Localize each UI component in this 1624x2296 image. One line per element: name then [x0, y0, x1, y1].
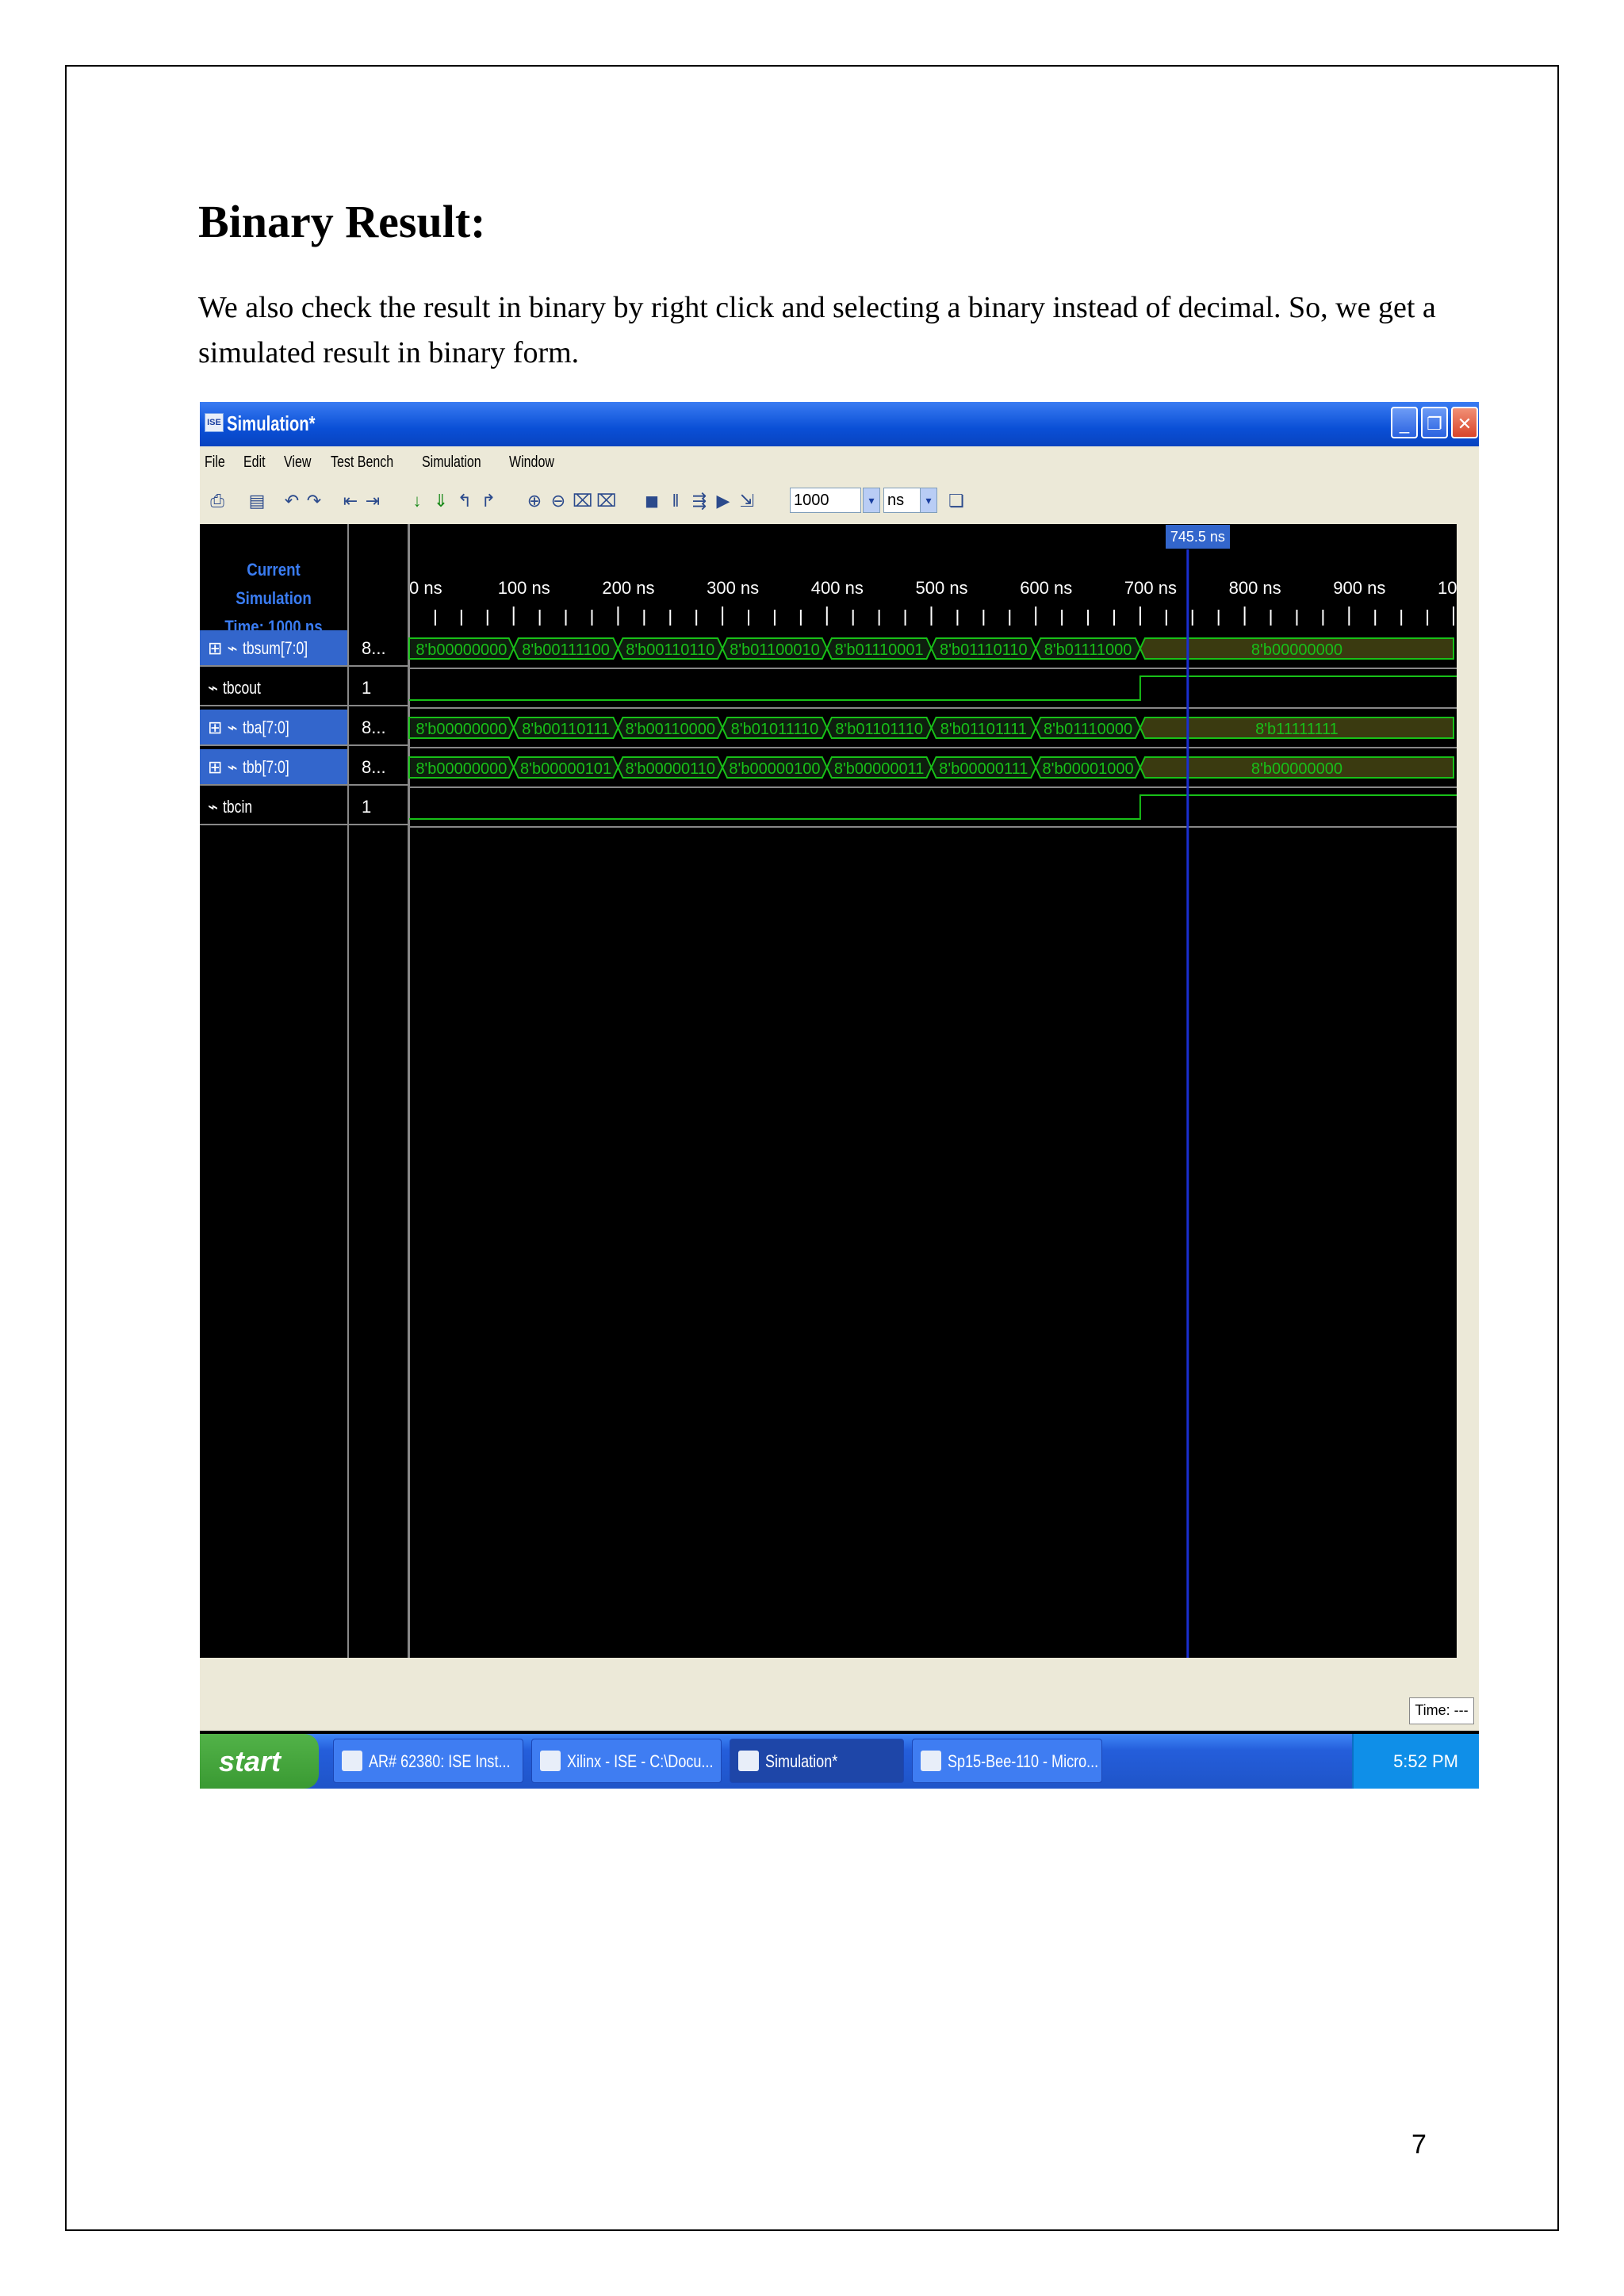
window-titlebar: ISE Simulation* _ ❐ ✕ [200, 402, 1479, 446]
time-tick-label: 0 ns [409, 578, 442, 598]
bus-value-label: 8'b00111100 [522, 641, 610, 659]
time-tick-label: 800 ns [1229, 578, 1281, 598]
status-time: Time: --- [1409, 1697, 1474, 1724]
time-tick-label: 500 ns [916, 578, 968, 598]
goto-next-icon[interactable]: ↱ [479, 491, 498, 511]
maximize-button[interactable]: ❐ [1421, 407, 1448, 438]
bus-value-label: 8'b01110110 [940, 641, 1028, 659]
close-button[interactable]: ✕ [1451, 407, 1478, 438]
vertical-scrollbar[interactable] [1457, 524, 1479, 1658]
print-icon[interactable]: ⎙ [208, 491, 227, 511]
bus-value-label: 8'b00000100 [729, 760, 820, 778]
window-icon[interactable]: ❏ [947, 491, 966, 511]
bus-value-label: 8'b11111111 [1255, 721, 1339, 738]
shift-left-icon[interactable]: ⇤ [341, 491, 360, 511]
run-time-dropdown[interactable]: ▾ [863, 488, 880, 513]
marker-add-icon[interactable]: ⇓ [431, 491, 450, 511]
run-for-icon[interactable]: ⇲ [737, 491, 756, 511]
clock: 5:52 PM [1393, 1751, 1458, 1771]
page-number: 7 [1411, 2130, 1427, 2160]
time-tick-label: 700 ns [1124, 578, 1177, 598]
bus-value-label: 8'b01101110 [835, 721, 923, 738]
start-label: start [219, 1745, 282, 1777]
menu-view[interactable]: View [284, 446, 311, 478]
zoom-fit-icon[interactable]: ⌧ [573, 491, 592, 511]
bus-value-label: 8'b00000000 [1251, 760, 1342, 778]
time-tick-label: 1000 ns [1438, 578, 1457, 598]
bus-value-label: 8'b01110001 [835, 641, 924, 659]
bus-value-label: 8'b00110110 [626, 641, 714, 659]
bus-value-label: 8'b01110000 [1044, 721, 1132, 738]
bit-waveform [409, 794, 1457, 820]
windows-taskbar: start AR# 62380: ISE Inst... Xilinx - IS… [200, 1734, 1479, 1789]
task-ar-62380[interactable]: AR# 62380: ISE Inst... [333, 1739, 523, 1783]
minimize-button[interactable]: _ [1391, 407, 1418, 438]
pause-icon[interactable]: ‖ [666, 491, 685, 511]
time-tick-label: 600 ns [1020, 578, 1072, 598]
bus-value-label: 8'b00000000 [416, 721, 507, 738]
chrome-icon [342, 1751, 362, 1771]
system-tray: 5:52 PM [1352, 1734, 1479, 1789]
menu-window[interactable]: Window [509, 446, 554, 478]
marker-icon[interactable]: ↓ [408, 491, 427, 511]
body-paragraph: We also check the result in binary by ri… [198, 291, 1436, 369]
menu-file[interactable]: File [205, 446, 225, 478]
time-tick-label: 100 ns [498, 578, 550, 598]
time-unit-select[interactable]: ns [883, 488, 921, 513]
time-tick-label: 200 ns [602, 578, 654, 598]
time-tick-label: 400 ns [811, 578, 864, 598]
redo-icon[interactable]: ↷ [304, 491, 324, 511]
bus-value-label: 8'b00000111 [939, 760, 1028, 778]
bus-value-label: 8'b00000000 [416, 760, 507, 778]
time-tick-label: 300 ns [707, 578, 759, 598]
bus-value-label: 8'b00000101 [520, 760, 611, 778]
section-heading: Binary Result: [198, 196, 486, 247]
zoom-full-icon[interactable]: ⌧ [596, 491, 616, 511]
bus-value-label: 8'b00000110 [625, 760, 715, 778]
cursor-time-label[interactable]: 745.5 ns [1165, 525, 1230, 549]
menu-simulation[interactable]: Simulation [422, 446, 481, 478]
status-bar: Time: --- [200, 1686, 1479, 1731]
undo-icon[interactable]: ↶ [282, 491, 301, 511]
window-title: Simulation* [227, 411, 316, 435]
word-icon [921, 1751, 941, 1771]
zoom-out-icon[interactable]: ⊖ [549, 491, 568, 511]
shift-right-icon[interactable]: ⇥ [363, 491, 382, 511]
bus-value-label: 8'b01101111 [940, 721, 1027, 738]
start-button[interactable]: start [200, 1734, 319, 1789]
menu-edit[interactable]: Edit [243, 446, 266, 478]
zoom-in-icon[interactable]: ⊕ [525, 491, 544, 511]
bus-value-label: 8'b00000011 [834, 760, 925, 778]
bus-value-label: 8'b00000000 [416, 641, 507, 659]
ise-icon [540, 1751, 561, 1771]
run-icon[interactable]: ▶ [714, 491, 733, 511]
time-tick-label: 900 ns [1333, 578, 1385, 598]
isim-icon [738, 1751, 759, 1771]
task-simulation[interactable]: Simulation* [730, 1739, 904, 1783]
bus-value-label: 8'b01111000 [1044, 641, 1132, 659]
goto-prev-icon[interactable]: ↰ [455, 491, 474, 511]
save-icon[interactable]: ▤ [247, 491, 266, 511]
bus-value-label: 8'b00001000 [1043, 760, 1134, 778]
bus-value-label: 8'b00000000 [1251, 641, 1342, 659]
simulation-screenshot: ISE Simulation* _ ❐ ✕ File Edit View Tes… [200, 402, 1479, 1789]
run-time-input[interactable]: 1000 [790, 488, 861, 513]
bus-value-label: 8'b01100010 [730, 641, 820, 659]
horizontal-scrollbar[interactable] [200, 1658, 1479, 1686]
waveform-area: Current Simulation Time: 1000 ns ⊞ ⌁ tbs… [200, 524, 1479, 1658]
bit-waveform [409, 675, 1457, 701]
restart-icon[interactable]: ◼ [642, 491, 661, 511]
bus-value-label: 8'b01011110 [731, 721, 819, 738]
time-unit-dropdown[interactable]: ▾ [920, 488, 937, 513]
step-icon[interactable]: ⇶ [690, 491, 709, 511]
task-xilinx-ise[interactable]: Xilinx - ISE - C:\Docu... [531, 1739, 722, 1783]
menu-bar: File Edit View Test Bench Simulation Win… [200, 446, 1479, 478]
menu-test-bench[interactable]: Test Bench [331, 446, 393, 478]
task-word-document[interactable]: Sp15-Bee-110 - Micro... [912, 1739, 1102, 1783]
bus-value-label: 8'b00110000 [625, 721, 715, 738]
isim-app-icon: ISE [205, 413, 224, 432]
toolbar: ⎙ ▤ ↶ ↷ ⇤ ⇥ ↓ ⇓ ↰ ↱ ⊕ ⊖ ⌧ ⌧ ◼ ‖ ⇶ ▶ ⇲ 10… [200, 478, 1479, 525]
waveform-canvas[interactable]: 0 ns 100 ns 200 ns 300 ns 400 ns 500 ns 600 ns… [200, 524, 1457, 1658]
bus-value-label: 8'b00110111 [522, 721, 610, 738]
